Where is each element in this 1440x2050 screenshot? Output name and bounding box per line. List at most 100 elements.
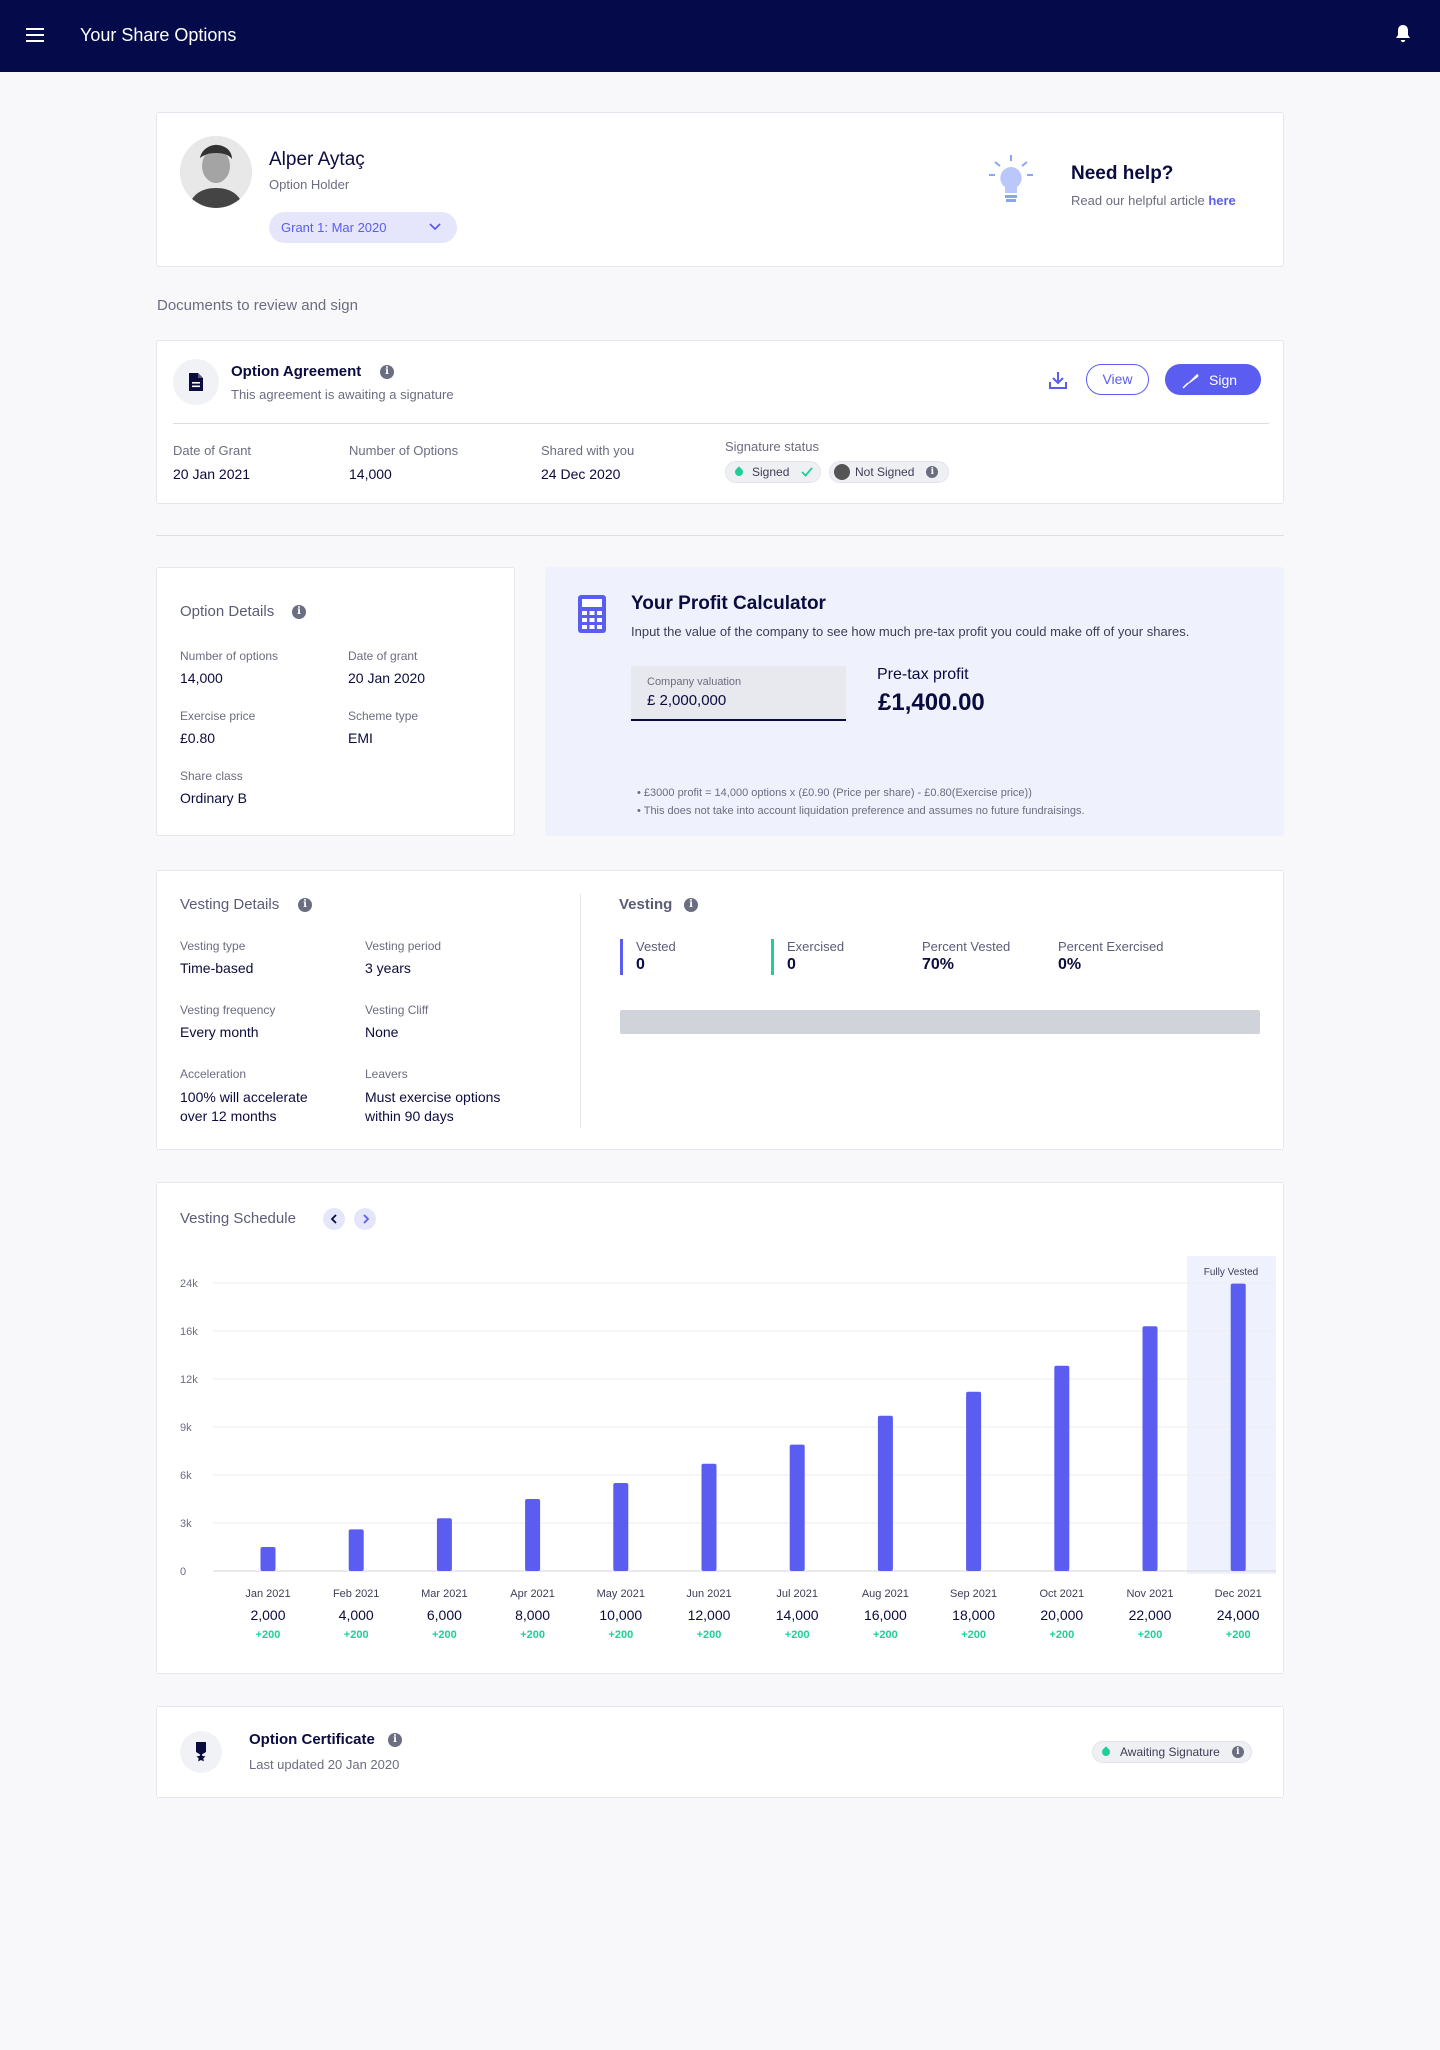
option-certificate-card: Option Certificate i Last updated 20 Jan… bbox=[156, 1706, 1284, 1798]
chart-bar[interactable] bbox=[1230, 1283, 1246, 1571]
chart-bar[interactable] bbox=[348, 1529, 364, 1571]
field-vesting-frequency: Vesting frequency Every month bbox=[180, 1003, 275, 1040]
signed-badge: Signed bbox=[725, 461, 821, 483]
x-tick-label: Feb 2021 bbox=[332, 1588, 380, 1600]
download-icon[interactable] bbox=[1048, 370, 1068, 390]
increment-label: +200 bbox=[343, 1629, 369, 1641]
bell-icon[interactable] bbox=[1394, 24, 1412, 44]
field-share-class: Share class Ordinary B bbox=[180, 769, 247, 806]
chart-bar[interactable] bbox=[525, 1499, 541, 1571]
chart-bar[interactable] bbox=[966, 1391, 982, 1571]
field-exercise-price: Exercise price £0.80 bbox=[180, 709, 255, 746]
field-label: Scheme type bbox=[348, 709, 419, 723]
chart-bar[interactable] bbox=[436, 1518, 452, 1571]
info-icon[interactable]: i bbox=[684, 898, 698, 912]
x-tick-label: Sep 2021 bbox=[950, 1588, 998, 1600]
increment-label: +200 bbox=[432, 1629, 457, 1641]
signature-status-label: Signature status bbox=[725, 439, 819, 454]
stat-value: 0 bbox=[636, 956, 645, 973]
field-vesting-period: Vesting period 3 years bbox=[365, 939, 441, 976]
x-tick-label: Jan 2021 bbox=[245, 1588, 291, 1600]
info-icon[interactable]: i bbox=[298, 898, 312, 912]
field-value: 3 years bbox=[365, 960, 411, 976]
y-tick-label: 6k bbox=[180, 1470, 192, 1482]
x-tick-label: Mar 2021 bbox=[421, 1588, 468, 1600]
view-button[interactable]: View bbox=[1086, 364, 1149, 395]
field-label: Date of grant bbox=[348, 649, 418, 663]
chart-bar[interactable] bbox=[613, 1483, 629, 1571]
field-label: Acceleration bbox=[180, 1067, 247, 1081]
exercised-stat: Exercised 0 bbox=[771, 939, 844, 975]
field-vesting-cliff: Vesting Cliff None bbox=[365, 1003, 428, 1040]
help-link[interactable]: here bbox=[1208, 193, 1235, 208]
field-label: Vesting Cliff bbox=[365, 1003, 429, 1017]
stat-label: Percent Vested bbox=[922, 939, 1011, 954]
avatar bbox=[180, 136, 252, 208]
company-valuation-input[interactable]: Company valuation £ 2,000,000 bbox=[631, 666, 846, 721]
grant-select[interactable]: Grant 1: Mar 2020 bbox=[269, 212, 457, 243]
check-icon bbox=[801, 467, 814, 477]
chart-bar[interactable] bbox=[877, 1415, 893, 1571]
x-tick-label: May 2021 bbox=[596, 1588, 645, 1600]
field-value: £0.80 bbox=[180, 730, 216, 746]
not-signed-label: Not Signed bbox=[855, 465, 915, 479]
chart-bar[interactable] bbox=[701, 1463, 717, 1571]
stat-value: 70% bbox=[922, 956, 955, 973]
y-tick-label: 3k bbox=[180, 1518, 192, 1530]
stat-value: 0 bbox=[787, 956, 796, 973]
cumulative-total: 12,000 bbox=[687, 1607, 731, 1623]
field-vesting-type: Vesting type Time-based bbox=[180, 939, 253, 976]
divider bbox=[173, 423, 1269, 424]
cumulative-total: 18,000 bbox=[952, 1607, 995, 1623]
info-icon[interactable]: i bbox=[926, 466, 939, 478]
calculator-note: • £3000 profit = 14,000 options x (£0.90… bbox=[637, 787, 1032, 799]
schedule-column: Jan 2021 2,000 +200 bbox=[228, 1588, 308, 1641]
cumulative-total: 20,000 bbox=[1040, 1607, 1084, 1623]
increment-label: +200 bbox=[696, 1629, 722, 1641]
ribbon-icon bbox=[180, 1731, 222, 1773]
cumulative-total: 24,000 bbox=[1216, 1607, 1260, 1623]
x-tick-label: Jul 2021 bbox=[776, 1588, 818, 1600]
cumulative-total: 6,000 bbox=[426, 1607, 462, 1623]
cumulative-total: 10,000 bbox=[599, 1607, 643, 1623]
menu-icon[interactable] bbox=[26, 28, 44, 42]
chart-bar[interactable] bbox=[1142, 1326, 1158, 1571]
chart-bar[interactable] bbox=[260, 1547, 276, 1571]
info-icon[interactable]: i bbox=[1231, 1746, 1244, 1758]
top-app-bar: Your Share Options bbox=[0, 0, 1440, 72]
field-value: None bbox=[365, 1024, 399, 1040]
profit-value: £1,400.00 bbox=[878, 689, 985, 716]
awaiting-signature-badge: Awaiting Signature i bbox=[1092, 1741, 1252, 1763]
stat-value: 0% bbox=[1058, 956, 1082, 973]
info-icon[interactable]: i bbox=[292, 605, 306, 619]
cumulative-total: 8,000 bbox=[515, 1607, 551, 1623]
field-label: Number of options bbox=[180, 649, 279, 663]
field-value: 20 Jan 2021 bbox=[173, 466, 251, 482]
chevron-down-icon bbox=[429, 223, 441, 231]
info-icon[interactable]: i bbox=[380, 365, 394, 379]
increment-label: +200 bbox=[1137, 1629, 1163, 1641]
y-tick-label: 9k bbox=[180, 1422, 192, 1434]
field-leavers: Leavers Must exercise options within 90 … bbox=[365, 1067, 515, 1126]
percent-exercised-stat: Percent Exercised 0% bbox=[1058, 939, 1164, 974]
stat-label: Vested bbox=[636, 939, 676, 954]
percent-vested-stat: Percent Vested 70% bbox=[922, 939, 1010, 974]
cumulative-total: 4,000 bbox=[338, 1607, 374, 1623]
option-details-card: Option Details i Number of options 14,00… bbox=[156, 567, 515, 836]
chart-bar[interactable] bbox=[1054, 1365, 1070, 1571]
calculator-note: • This does not take into account liquid… bbox=[637, 805, 1085, 817]
note-text: This does not take into account liquidat… bbox=[643, 805, 1085, 817]
certificate-title: Option Certificate bbox=[249, 1731, 375, 1748]
document-subtitle: This agreement is awaiting a signature bbox=[231, 387, 454, 402]
x-tick-label: Jun 2021 bbox=[686, 1588, 732, 1600]
info-icon[interactable]: i bbox=[388, 1733, 402, 1747]
vested-stat: Vested 0 bbox=[620, 939, 676, 975]
calculator-title: Your Profit Calculator bbox=[631, 593, 826, 614]
droplet-icon bbox=[733, 466, 745, 478]
increment-label: +200 bbox=[1225, 1629, 1251, 1641]
increment-label: +200 bbox=[608, 1629, 634, 1641]
sign-button[interactable]: Sign bbox=[1165, 364, 1261, 395]
chart-bar[interactable] bbox=[789, 1444, 805, 1571]
status-label: Awaiting Signature bbox=[1120, 1745, 1220, 1759]
schedule-column: Jun 2021 12,000 +200 bbox=[669, 1588, 749, 1641]
